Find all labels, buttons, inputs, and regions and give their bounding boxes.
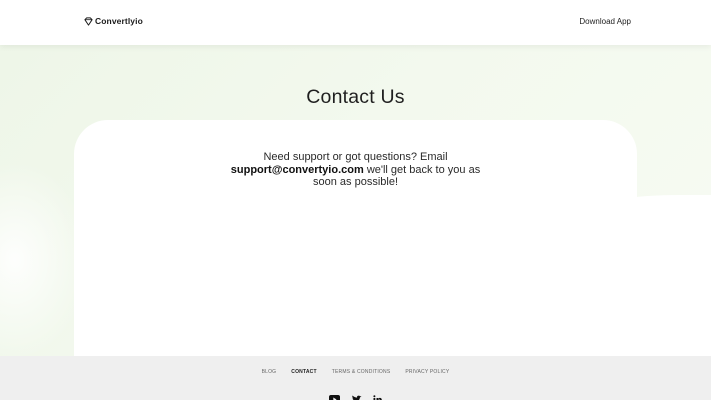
linkedin-icon[interactable] [373,395,382,400]
download-app-link[interactable]: Download App [579,17,631,26]
site-footer: BLOG CONTACT TERMS & CONDITIONS PRIVACY … [0,356,711,400]
footer-link-terms[interactable]: TERMS & CONDITIONS [332,369,391,375]
footer-link-blog[interactable]: BLOG [262,369,277,375]
page-title: Contact Us [306,86,405,108]
logo-text: Convertlyio [95,16,143,26]
footer-link-privacy[interactable]: PRIVACY POLICY [405,369,449,375]
youtube-icon[interactable] [329,395,340,400]
social-links [0,395,711,400]
message-intro: Need support or got questions? Email [263,151,448,163]
footer-link-contact[interactable]: CONTACT [291,369,316,375]
footer-nav: BLOG CONTACT TERMS & CONDITIONS PRIVACY … [0,369,711,375]
twitter-icon[interactable] [351,395,362,400]
support-email-link[interactable]: support@convertyio.com [231,164,364,176]
contact-message: Need support or got questions? Email sup… [218,151,493,189]
logo[interactable]: Convertlyio [84,16,143,26]
site-header: Convertlyio Download App [0,0,711,45]
diamond-heart-icon [84,16,93,26]
page: Convertlyio Download App Contact Us Need… [0,0,711,400]
